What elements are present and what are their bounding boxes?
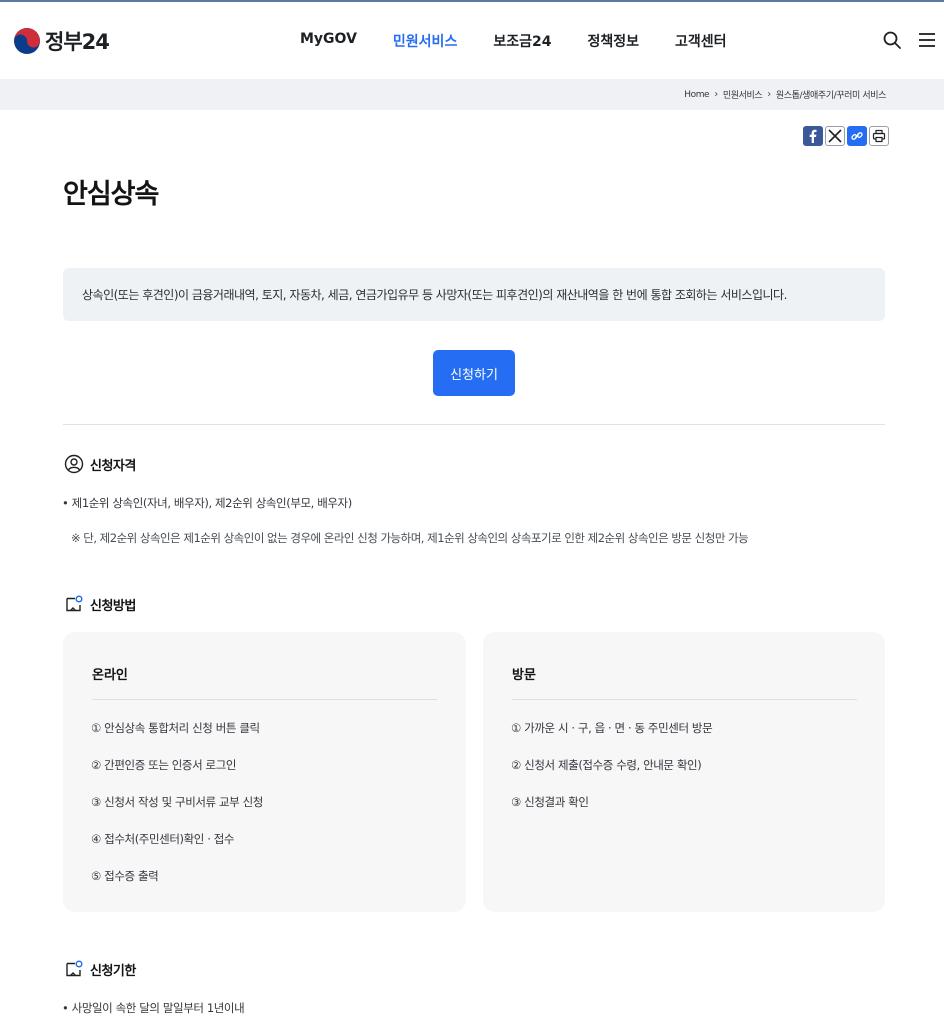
visit-step: ① 가까운 시 · 구, 읍 · 면 · 동 주민센터 방문 xyxy=(511,721,713,735)
chevron-right-icon: › xyxy=(714,89,718,100)
main-nav: MyGOV 민원서비스 보조금24 정책정보 고객센터 xyxy=(300,31,727,51)
nav-item-mygov[interactable]: MyGOV xyxy=(300,31,357,51)
link-icon[interactable] xyxy=(847,126,867,146)
breadcrumb-bar: Home › 민원서비스 › 원스톱/생애주기/꾸러미 서비스 xyxy=(0,79,944,110)
deadline-text: 사망일이 속한 달의 말일부터 1년이내 xyxy=(71,1001,245,1015)
method-title: 신청방법 xyxy=(90,598,136,614)
x-icon[interactable] xyxy=(825,126,845,146)
card-divider xyxy=(92,699,437,700)
nav-item-civil-service[interactable]: 민원서비스 xyxy=(393,31,457,51)
online-method-card: 온라인 ① 안심상속 통합처리 신청 버튼 클릭 ② 간편인증 또는 인증서 로… xyxy=(63,632,466,912)
chevron-right-icon: › xyxy=(767,89,771,100)
eligibility-bullet: • 제1순위 상속인(자녀, 배우자), 제2순위 상속인(부모, 배우자) xyxy=(62,496,353,510)
deadline-heading: 신청기한 xyxy=(64,959,136,979)
breadcrumb: Home › 민원서비스 › 원스톱/생애주기/꾸러미 서비스 xyxy=(684,88,886,101)
eligibility-text: 제1순위 상속인(자녀, 배우자), 제2순위 상속인(부모, 배우자) xyxy=(71,496,353,510)
logo[interactable]: 정부24 xyxy=(13,26,110,56)
document-icon xyxy=(66,960,83,977)
logo-text: 정부24 xyxy=(45,30,110,54)
nav-item-subsidy24[interactable]: 보조금24 xyxy=(493,31,551,51)
eligibility-title: 신청자격 xyxy=(90,458,136,474)
breadcrumb-current[interactable]: 원스톱/생애주기/꾸러미 서비스 xyxy=(776,88,887,101)
online-step: ③ 신청서 작성 및 구비서류 교부 신청 xyxy=(91,795,263,809)
online-step: ⑤ 접수증 출력 xyxy=(91,869,159,883)
print-icon[interactable] xyxy=(869,126,889,146)
online-card-title: 온라인 xyxy=(92,668,128,683)
document-icon xyxy=(66,595,83,612)
facebook-icon[interactable] xyxy=(803,126,823,146)
taegeuk-logo-icon xyxy=(14,28,40,54)
visit-method-card: 방문 ① 가까운 시 · 구, 읍 · 면 · 동 주민센터 방문 ② 신청서 … xyxy=(483,632,885,912)
visit-card-title: 방문 xyxy=(512,668,536,683)
share-toolbar xyxy=(803,126,889,146)
breadcrumb-civil-service[interactable]: 민원서비스 xyxy=(723,88,763,101)
nav-item-policy-info[interactable]: 정책정보 xyxy=(587,31,639,51)
page-title: 안심상속 xyxy=(63,179,159,210)
deadline-bullet: • 사망일이 속한 달의 말일부터 1년이내 xyxy=(62,1001,245,1015)
eligibility-heading: 신청자격 xyxy=(64,454,136,474)
eligibility-note: ※ 단, 제2순위 상속인은 제1순위 상속인이 없는 경우에 온라인 신청 가… xyxy=(71,531,749,545)
search-icon[interactable] xyxy=(882,30,902,50)
apply-button[interactable]: 신청하기 xyxy=(433,350,515,396)
service-summary: 상속인(또는 후견인)이 금융거래내역, 토지, 자동차, 세금, 연금가입유무… xyxy=(63,268,885,321)
user-icon xyxy=(64,454,84,474)
nav-item-customer-center[interactable]: 고객센터 xyxy=(675,31,727,51)
online-step: ④ 접수처(주민센터)확인 · 접수 xyxy=(91,832,235,846)
card-divider xyxy=(512,699,857,700)
online-step: ① 안심상속 통합처리 신청 버튼 클릭 xyxy=(91,721,260,735)
menu-icon[interactable] xyxy=(917,30,937,50)
site-header: 정부24 MyGOV 민원서비스 보조금24 정책정보 고객센터 xyxy=(0,2,944,78)
deadline-title: 신청기한 xyxy=(90,963,136,979)
breadcrumb-home[interactable]: Home xyxy=(684,90,709,100)
visit-step: ③ 신청결과 확인 xyxy=(511,795,589,809)
section-divider xyxy=(63,424,885,425)
online-step: ② 간편인증 또는 인증서 로그인 xyxy=(91,758,237,772)
method-heading: 신청방법 xyxy=(64,594,136,614)
visit-step: ② 신청서 제출(접수증 수령, 안내문 확인) xyxy=(511,758,702,772)
